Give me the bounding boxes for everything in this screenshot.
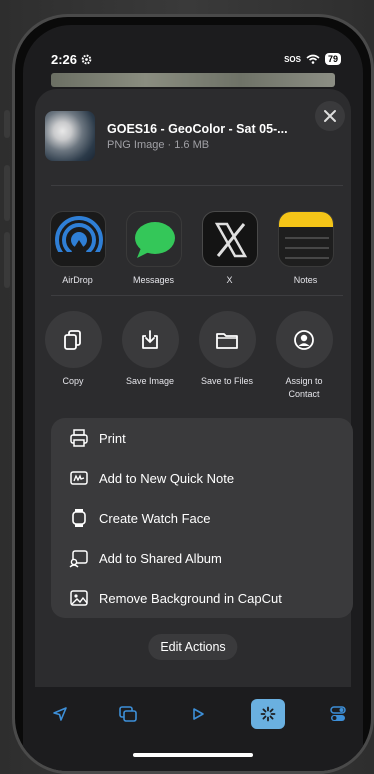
image-thumbnail bbox=[45, 111, 95, 161]
home-indicator[interactable] bbox=[133, 753, 253, 757]
list-item-shared-album[interactable]: Add to Shared Album bbox=[51, 538, 353, 578]
divider bbox=[51, 185, 343, 186]
app-messages[interactable]: Messages bbox=[125, 211, 182, 285]
location-arrow-icon bbox=[53, 707, 67, 721]
toolbar-location[interactable] bbox=[43, 699, 77, 729]
quick-note-icon bbox=[70, 471, 88, 485]
contact-icon bbox=[294, 329, 314, 350]
action-assign-to-contact[interactable]: Assign to Contact bbox=[274, 311, 334, 401]
volume-down-button bbox=[4, 232, 10, 288]
toolbar-toggles[interactable] bbox=[321, 699, 355, 729]
wifi-icon bbox=[306, 54, 320, 64]
list-item-quick-note[interactable]: Add to New Quick Note bbox=[51, 458, 353, 498]
action-copy[interactable]: Copy bbox=[43, 311, 103, 401]
photo-icon bbox=[70, 590, 88, 606]
volume-up-button bbox=[4, 165, 10, 221]
divider bbox=[51, 295, 343, 296]
edit-actions-button[interactable]: Edit Actions bbox=[148, 634, 238, 660]
app-label: X bbox=[226, 275, 233, 285]
toolbar-windows[interactable] bbox=[111, 699, 145, 729]
app-label: AirDrop bbox=[62, 275, 93, 285]
gear-icon bbox=[81, 54, 92, 64]
apps-row: AirDrop Messages X Notes bbox=[49, 211, 351, 285]
app-x[interactable]: X bbox=[201, 211, 258, 285]
toolbar-play[interactable] bbox=[181, 699, 215, 729]
toolbar-loading[interactable] bbox=[251, 699, 285, 729]
actions-list: Print Add to New Quick Note Create Watch… bbox=[51, 418, 353, 618]
loading-spinner-icon bbox=[260, 706, 276, 722]
app-notes[interactable]: Notes bbox=[277, 211, 334, 285]
list-item-print[interactable]: Print bbox=[51, 418, 353, 458]
action-save-to-files[interactable]: Save to Files bbox=[197, 311, 257, 401]
list-item-label: Add to Shared Album bbox=[99, 550, 222, 566]
notes-icon bbox=[277, 211, 334, 267]
actions-row: Copy Save Image Save to Files Assign to … bbox=[43, 311, 351, 401]
airdrop-icon bbox=[49, 211, 106, 267]
close-button[interactable] bbox=[315, 101, 345, 131]
share-sheet: GOES16 - GeoColor - Sat 05-... PNG Image… bbox=[35, 89, 353, 771]
file-subtitle: PNG Image · 1.6 MB bbox=[107, 138, 210, 151]
background-image-strip bbox=[51, 73, 335, 87]
screen: 2:26 SOS 79 GOES16 - GeoColor - Sat 05-.… bbox=[23, 25, 363, 771]
silent-switch bbox=[4, 110, 10, 138]
status-time: 2:26 bbox=[51, 51, 78, 67]
phone-frame: 2:26 SOS 79 GOES16 - GeoColor - Sat 05-.… bbox=[12, 14, 374, 774]
status-bar: 2:26 SOS 79 bbox=[51, 49, 341, 69]
save-image-icon bbox=[142, 329, 158, 349]
toggles-icon bbox=[330, 706, 346, 721]
list-item-label: Add to New Quick Note bbox=[99, 470, 235, 486]
close-icon bbox=[324, 110, 336, 122]
shared-album-icon bbox=[69, 550, 88, 568]
list-item-watch-face[interactable]: Create Watch Face bbox=[51, 498, 353, 538]
sos-indicator: SOS bbox=[284, 54, 301, 64]
action-label: Save to Files bbox=[200, 376, 254, 386]
play-icon bbox=[193, 708, 204, 720]
app-label: Notes bbox=[293, 275, 318, 285]
printer-icon bbox=[70, 429, 88, 447]
windows-icon bbox=[119, 706, 137, 722]
list-item-remove-background[interactable]: Remove Background in CapCut bbox=[51, 578, 353, 618]
bottom-toolbar bbox=[35, 687, 351, 771]
list-item-label: Print bbox=[99, 430, 126, 446]
watch-icon bbox=[72, 509, 86, 527]
file-title: GOES16 - GeoColor - Sat 05-... bbox=[107, 121, 288, 136]
battery-indicator: 79 bbox=[324, 53, 341, 65]
action-label: Copy bbox=[62, 376, 84, 386]
list-item-label: Create Watch Face bbox=[99, 510, 211, 526]
action-save-image[interactable]: Save Image bbox=[120, 311, 180, 401]
app-airdrop[interactable]: AirDrop bbox=[49, 211, 106, 285]
action-label: Save Image bbox=[125, 376, 175, 386]
app-label: Messages bbox=[132, 275, 175, 285]
folder-icon bbox=[216, 332, 238, 349]
list-item-label: Remove Background in CapCut bbox=[99, 590, 282, 606]
x-logo-icon bbox=[201, 211, 258, 267]
messages-icon bbox=[125, 211, 182, 267]
file-preview: GOES16 - GeoColor - Sat 05-... PNG Image… bbox=[45, 109, 341, 163]
copy-icon bbox=[64, 329, 81, 350]
action-label: Assign to Contact bbox=[285, 376, 323, 399]
